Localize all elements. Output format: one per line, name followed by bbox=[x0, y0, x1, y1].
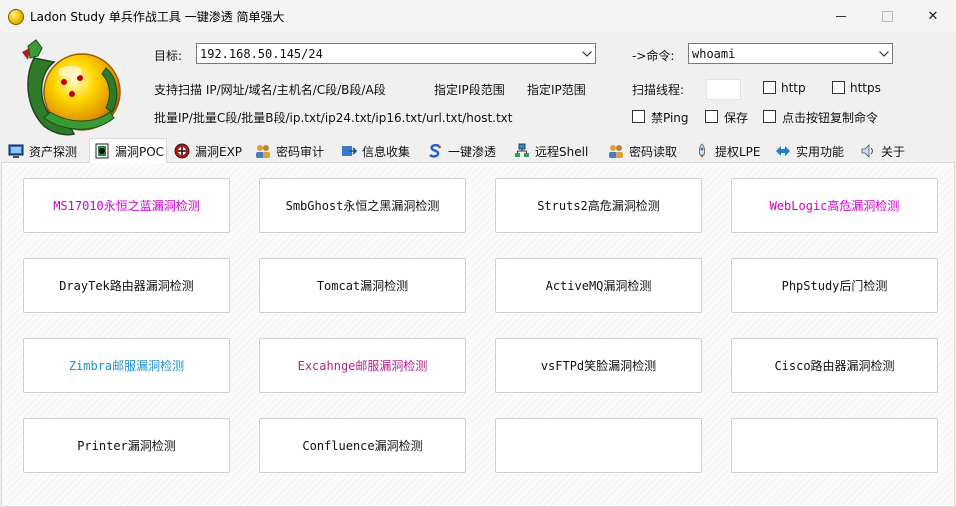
tomcat-button[interactable]: Tomcat漏洞检测 bbox=[259, 258, 466, 313]
tab-utilities[interactable]: 实用功能 bbox=[771, 140, 844, 162]
target-combo[interactable]: 192.168.50.145/24 bbox=[196, 43, 596, 64]
window-title: Ladon Study 单兵作战工具 一键渗透 简单强大 bbox=[30, 10, 285, 24]
tab-password-read[interactable]: 密码读取 bbox=[604, 140, 677, 162]
zimbra-button[interactable]: Zimbra邮服漏洞检测 bbox=[23, 338, 230, 393]
threads-label: 扫描线程: bbox=[632, 83, 685, 97]
exploit-icon bbox=[174, 143, 190, 159]
empty-button-1[interactable] bbox=[495, 418, 702, 473]
ip-range2-link[interactable]: 指定IP范围 bbox=[527, 81, 586, 98]
command-input[interactable]: whoami bbox=[689, 47, 876, 61]
confluence-button[interactable]: Confluence漏洞检测 bbox=[259, 418, 466, 473]
command-combo[interactable]: whoami bbox=[688, 43, 893, 64]
printer-button[interactable]: Printer漏洞检测 bbox=[23, 418, 230, 473]
save-label: 保存 bbox=[724, 111, 749, 125]
save-checkbox[interactable] bbox=[705, 110, 718, 123]
https-label: https bbox=[850, 81, 881, 95]
tab-one-click[interactable]: 一键渗透 bbox=[423, 140, 496, 162]
tab-vuln-poc[interactable]: 漏洞POC bbox=[89, 138, 167, 163]
users-icon bbox=[256, 145, 270, 158]
vsftpd-button[interactable]: vsFTPd笑脸漏洞检测 bbox=[495, 338, 702, 393]
close-button[interactable]: ✕ bbox=[910, 0, 956, 32]
tab-bar: 资产探测 漏洞POC 漏洞EXP 密码审计 信息收集 一键渗透 远程Shell … bbox=[0, 138, 956, 163]
users-key-icon bbox=[609, 145, 623, 158]
copycmd-label: 点击按钮复制命令 bbox=[782, 111, 879, 125]
bug-icon bbox=[95, 143, 109, 159]
cisco-button[interactable]: Cisco路由器漏洞检测 bbox=[731, 338, 938, 393]
command-label: ->命令: bbox=[632, 49, 675, 63]
noping-checkbox[interactable] bbox=[632, 110, 645, 123]
tab-vuln-exp[interactable]: 漏洞EXP bbox=[170, 140, 242, 162]
https-checkbox[interactable] bbox=[832, 81, 845, 94]
tab-remote-shell[interactable]: 远程Shell bbox=[510, 140, 588, 162]
tab-info-collect[interactable]: 信息收集 bbox=[337, 140, 410, 162]
collect-icon bbox=[342, 146, 357, 156]
tab-password-audit[interactable]: 密码审计 bbox=[251, 140, 324, 162]
threads-input[interactable] bbox=[706, 79, 741, 100]
chevron-down-icon[interactable] bbox=[876, 44, 892, 63]
dragon-logo-icon bbox=[22, 39, 121, 136]
speaker-icon bbox=[861, 144, 873, 158]
weblogic-button[interactable]: WebLogic高危漏洞检测 bbox=[731, 178, 938, 233]
chevron-down-icon[interactable] bbox=[579, 44, 595, 63]
tools-icon bbox=[776, 146, 790, 156]
noping-label: 禁Ping bbox=[651, 111, 689, 125]
empty-button-2[interactable] bbox=[731, 418, 938, 473]
network-icon bbox=[515, 143, 529, 157]
tab-asset-detect[interactable]: 资产探测 bbox=[4, 140, 77, 162]
poc-panel: MS17010永恒之蓝漏洞检测 SmbGhost永恒之黑漏洞检测 Struts2… bbox=[1, 162, 955, 507]
s-icon bbox=[429, 144, 442, 158]
struts2-button[interactable]: Struts2高危漏洞检测 bbox=[495, 178, 702, 233]
target-label: 目标: bbox=[154, 49, 183, 63]
minimize-button[interactable] bbox=[818, 0, 864, 32]
tab-about[interactable]: 关于 bbox=[856, 140, 905, 162]
support-text: 支持扫描 IP/网址/域名/主机名/C段/B段/A段 bbox=[154, 83, 386, 97]
target-input[interactable]: 192.168.50.145/24 bbox=[197, 47, 579, 61]
batch-text: 批量IP/批量C段/批量B段/ip.txt/ip24.txt/ip16.txt/… bbox=[154, 111, 513, 125]
maximize-button[interactable] bbox=[864, 0, 910, 32]
exchange-button[interactable]: Excahnge邮服漏洞检测 bbox=[259, 338, 466, 393]
draytek-button[interactable]: DrayTek路由器漏洞检测 bbox=[23, 258, 230, 313]
http-label: http bbox=[781, 81, 806, 95]
app-icon bbox=[8, 9, 24, 25]
http-checkbox[interactable] bbox=[763, 81, 776, 94]
monitor-icon bbox=[8, 144, 24, 158]
title-bar: Ladon Study 单兵作战工具 一键渗透 简单强大 ✕ bbox=[0, 0, 956, 32]
ip-range-link[interactable]: 指定IP段范围 bbox=[434, 81, 505, 98]
tab-privesc-lpe[interactable]: 提权LPE bbox=[690, 140, 761, 162]
ms17010-button[interactable]: MS17010永恒之蓝漏洞检测 bbox=[23, 178, 230, 233]
copycmd-checkbox[interactable] bbox=[763, 110, 776, 123]
rocket-icon bbox=[699, 143, 705, 158]
phpstudy-button[interactable]: PhpStudy后门检测 bbox=[731, 258, 938, 313]
activemq-button[interactable]: ActiveMQ漏洞检测 bbox=[495, 258, 702, 313]
smbghost-button[interactable]: SmbGhost永恒之黑漏洞检测 bbox=[259, 178, 466, 233]
